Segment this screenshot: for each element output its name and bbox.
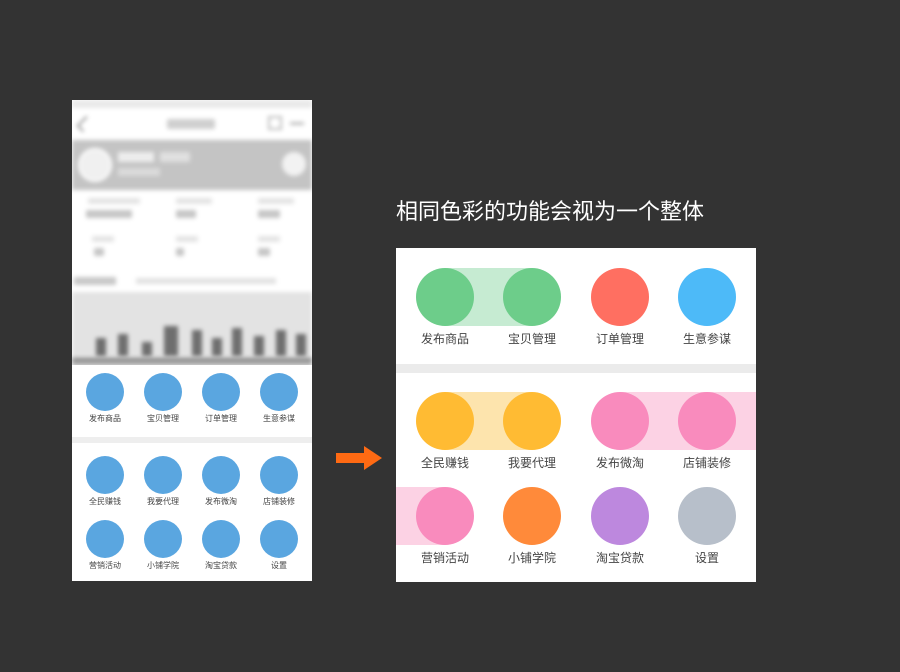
product-manage-icon <box>144 373 182 411</box>
menu-item[interactable]: 发布微淘 <box>576 392 664 471</box>
marketing-icon <box>416 487 474 545</box>
more-icon[interactable] <box>290 122 304 125</box>
blurred-header-area <box>72 100 312 362</box>
agent-icon <box>503 392 561 450</box>
settings-icon <box>260 520 298 558</box>
order-manage-icon <box>591 268 649 326</box>
menu-item-label: 全民赚钱 <box>420 456 469 470</box>
phone-mockup: 发布商品 宝贝管理 订单管理 生意参谋 全民赚钱 我要代理 发布微淘 店铺装修 … <box>72 100 312 581</box>
publish-product-icon <box>86 373 124 411</box>
phone-menu-grid-bottom: 全民赚钱 我要代理 发布微淘 店铺装修 营销活动 小铺学院 淘宝贷款 设置 <box>72 443 312 581</box>
menu-item-label: 发布商品 <box>89 414 121 423</box>
menu-item-label: 营销活动 <box>89 561 121 570</box>
loan-icon <box>591 487 649 545</box>
qr-code-icon[interactable] <box>282 152 306 176</box>
grouped-menu-panel: 发布商品 宝贝管理 订单管理 生意参谋 全民赚钱 我要代理 发布微淘 店铺装修 … <box>396 248 756 582</box>
shop-decoration-icon <box>260 456 298 494</box>
business-advisor-icon <box>260 373 298 411</box>
phone-menu-item[interactable]: 营销活动 <box>75 520 135 571</box>
menu-item-label: 淘宝贷款 <box>595 551 644 565</box>
menu-item[interactable]: 设置 <box>663 487 751 566</box>
menu-item[interactable]: 店铺装修 <box>663 392 751 471</box>
phone-menu-item[interactable]: 生意参谋 <box>249 373 309 424</box>
phone-menu-item[interactable]: 订单管理 <box>191 373 251 424</box>
publish-weitao-icon <box>591 392 649 450</box>
menu-item[interactable]: 宝贝管理 <box>488 268 576 347</box>
settings-icon <box>678 487 736 545</box>
menu-item-label: 店铺装修 <box>682 456 731 470</box>
earn-money-icon <box>86 456 124 494</box>
phone-menu-item[interactable]: 发布微淘 <box>191 456 251 507</box>
menu-item-label: 小铺学院 <box>147 561 179 570</box>
publish-weitao-icon <box>202 456 240 494</box>
business-advisor-icon <box>678 268 736 326</box>
academy-icon <box>144 520 182 558</box>
phone-menu-item[interactable]: 设置 <box>249 520 309 571</box>
phone-menu-item[interactable]: 小铺学院 <box>133 520 193 571</box>
section-divider <box>396 364 756 373</box>
menu-item-label: 订单管理 <box>595 332 644 346</box>
menu-item-label: 营销活动 <box>420 551 469 565</box>
publish-product-icon <box>416 268 474 326</box>
menu-item[interactable]: 生意参谋 <box>663 268 751 347</box>
promo-banner[interactable] <box>72 292 312 362</box>
agent-icon <box>144 456 182 494</box>
menu-item-label: 订单管理 <box>205 414 237 423</box>
marketing-icon <box>86 520 124 558</box>
menu-item[interactable]: 全民赚钱 <box>401 392 489 471</box>
menu-item-label: 设置 <box>271 561 287 570</box>
nav-bar <box>72 108 312 141</box>
shop-subtitle-placeholder <box>118 168 160 176</box>
arrow-right-icon <box>336 446 382 470</box>
menu-item-label: 设置 <box>694 551 719 565</box>
earn-money-icon <box>416 392 474 450</box>
menu-item-label: 全民赚钱 <box>89 497 121 506</box>
menu-item-label: 宝贝管理 <box>507 332 556 346</box>
menu-item-label: 生意参谋 <box>682 332 731 346</box>
scan-icon[interactable] <box>268 116 282 130</box>
status-bar <box>72 100 312 108</box>
avatar[interactable] <box>78 148 112 182</box>
menu-item-label: 发布商品 <box>420 332 469 346</box>
menu-item-label: 宝贝管理 <box>147 414 179 423</box>
back-icon[interactable] <box>76 115 93 133</box>
product-manage-icon <box>503 268 561 326</box>
menu-item-label: 发布微淘 <box>595 456 644 470</box>
academy-icon <box>503 487 561 545</box>
stats-panel <box>72 190 312 270</box>
menu-item-label: 店铺装修 <box>263 497 295 506</box>
headline: 相同色彩的功能会视为一个整体 <box>396 200 705 225</box>
phone-menu-item[interactable]: 淘宝贷款 <box>191 520 251 571</box>
menu-item-label: 小铺学院 <box>507 551 556 565</box>
phone-menu-item[interactable]: 全民赚钱 <box>75 456 135 507</box>
nav-title-placeholder <box>167 119 215 129</box>
phone-menu-item[interactable]: 发布商品 <box>75 373 135 424</box>
shop-tag-placeholder <box>160 152 190 162</box>
phone-menu-grid-top: 发布商品 宝贝管理 订单管理 生意参谋 <box>72 365 312 437</box>
menu-item-label: 生意参谋 <box>263 414 295 423</box>
menu-item-label: 我要代理 <box>507 456 556 470</box>
menu-item[interactable]: 营销活动 <box>401 487 489 566</box>
shop-decoration-icon <box>678 392 736 450</box>
menu-item-label: 淘宝贷款 <box>205 561 237 570</box>
shop-name-placeholder <box>118 152 154 162</box>
phone-menu-item[interactable]: 我要代理 <box>133 456 193 507</box>
phone-menu-item[interactable]: 宝贝管理 <box>133 373 193 424</box>
menu-item[interactable]: 发布商品 <box>401 268 489 347</box>
phone-menu-item[interactable]: 店铺装修 <box>249 456 309 507</box>
menu-item[interactable]: 淘宝贷款 <box>576 487 664 566</box>
menu-item[interactable]: 订单管理 <box>576 268 664 347</box>
shop-header <box>72 140 312 190</box>
loan-icon <box>202 520 240 558</box>
banner-header <box>72 270 312 292</box>
menu-item[interactable]: 我要代理 <box>488 392 576 471</box>
menu-item[interactable]: 小铺学院 <box>488 487 576 566</box>
menu-item-label: 我要代理 <box>147 497 179 506</box>
order-manage-icon <box>202 373 240 411</box>
menu-item-label: 发布微淘 <box>205 497 237 506</box>
